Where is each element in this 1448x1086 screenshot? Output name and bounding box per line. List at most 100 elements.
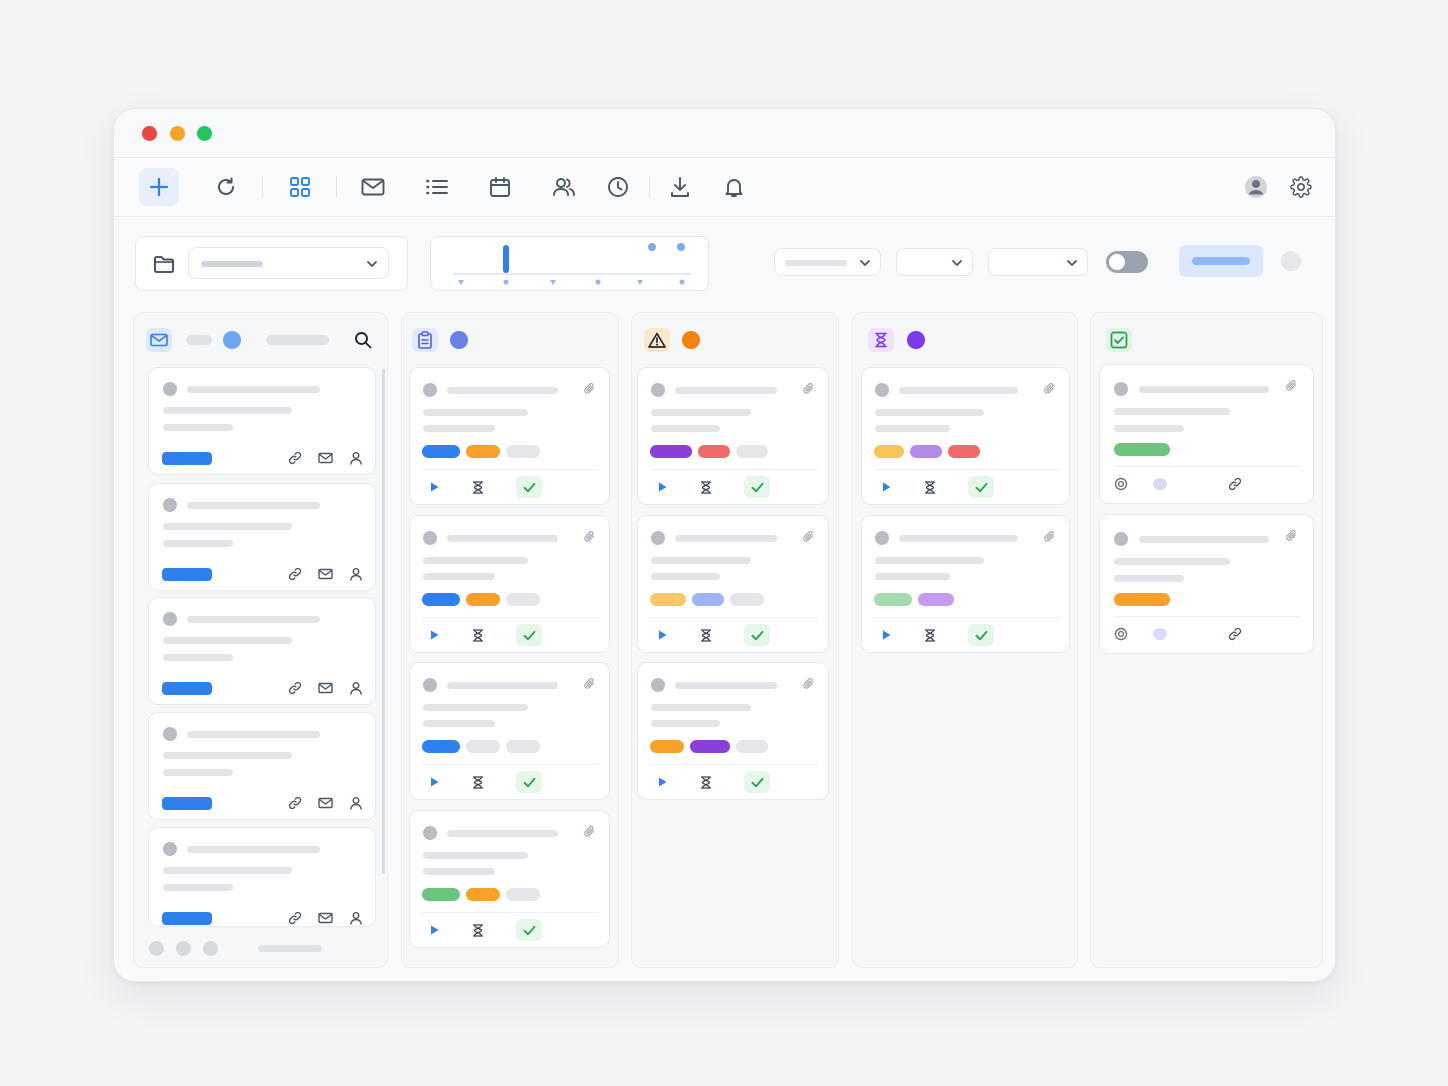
paperclip-icon[interactable] [583,530,597,544]
user-icon[interactable] [347,909,365,927]
download-button[interactable] [660,168,700,206]
filter-dropdown-3[interactable] [988,248,1088,276]
check-icon[interactable] [516,771,542,793]
list-view-button[interactable] [417,168,457,206]
timeline-range-slider[interactable] [430,236,709,291]
check-icon[interactable] [744,771,770,793]
done-card[interactable] [1099,514,1314,654]
link-icon[interactable] [1226,625,1244,643]
user-icon[interactable] [347,679,365,697]
paperclip-icon[interactable] [802,530,816,544]
play-icon[interactable] [649,771,675,793]
mail-icon[interactable] [316,909,334,927]
history-button[interactable] [598,168,638,206]
paperclip-icon[interactable] [1043,530,1057,544]
message-card[interactable] [148,483,376,591]
task-card[interactable] [861,367,1070,505]
paperclip-icon[interactable] [1285,379,1299,393]
settings-button[interactable] [1281,168,1321,206]
check-icon[interactable] [968,624,994,646]
close-window-button[interactable] [142,126,157,141]
paperclip-icon[interactable] [583,677,597,691]
minimize-window-button[interactable] [170,126,185,141]
link-icon[interactable] [286,909,304,927]
hourglass-icon[interactable] [693,624,719,646]
play-icon[interactable] [873,624,899,646]
play-icon[interactable] [421,919,447,941]
check-icon[interactable] [516,919,542,941]
target-icon[interactable] [1112,475,1130,493]
link-icon[interactable] [286,679,304,697]
check-icon[interactable] [516,624,542,646]
page-dot[interactable] [203,941,218,956]
message-card[interactable] [148,597,376,705]
target-icon[interactable] [1112,625,1130,643]
mail-icon[interactable] [316,449,334,467]
hourglass-icon[interactable] [465,624,491,646]
notifications-button[interactable] [714,168,754,206]
page-dot[interactable] [176,941,191,956]
page-dot[interactable] [149,941,164,956]
link-icon[interactable] [1226,475,1244,493]
link-icon[interactable] [286,565,304,583]
done-card[interactable] [1099,364,1314,504]
link-icon[interactable] [286,449,304,467]
profile-button[interactable] [1236,168,1276,206]
mail-button[interactable] [353,168,393,206]
task-card[interactable] [409,810,610,948]
paperclip-icon[interactable] [583,825,597,839]
play-icon[interactable] [873,476,899,498]
task-card[interactable] [637,367,829,505]
refresh-button[interactable] [206,168,246,206]
message-card[interactable] [148,827,376,927]
mail-icon[interactable] [316,565,334,583]
user-icon[interactable] [347,565,365,583]
message-card[interactable] [148,367,376,475]
task-card[interactable] [637,662,829,800]
hourglass-icon[interactable] [465,919,491,941]
play-icon[interactable] [421,476,447,498]
task-card[interactable] [861,515,1070,653]
paperclip-icon[interactable] [583,382,597,396]
scrollbar[interactable] [382,369,385,874]
user-icon[interactable] [347,449,365,467]
task-card[interactable] [637,515,829,653]
task-card[interactable] [409,515,610,653]
maximize-window-button[interactable] [197,126,212,141]
hourglass-icon[interactable] [917,624,943,646]
check-icon[interactable] [744,624,770,646]
filter-dropdown-1[interactable] [774,248,881,276]
play-icon[interactable] [649,476,675,498]
check-icon[interactable] [516,476,542,498]
paperclip-icon[interactable] [1285,529,1299,543]
people-button[interactable] [544,168,584,206]
task-card[interactable] [409,662,610,800]
hourglass-icon[interactable] [917,476,943,498]
play-icon[interactable] [649,624,675,646]
folder-dropdown[interactable] [188,247,389,279]
board-view-button[interactable] [280,168,320,206]
user-icon[interactable] [347,794,365,812]
filter-dropdown-2[interactable] [896,248,973,276]
play-icon[interactable] [421,771,447,793]
play-icon[interactable] [421,624,447,646]
hourglass-icon[interactable] [693,476,719,498]
paperclip-icon[interactable] [802,677,816,691]
paperclip-icon[interactable] [1043,382,1057,396]
mail-icon[interactable] [316,679,334,697]
check-icon[interactable] [968,476,994,498]
mail-icon[interactable] [316,794,334,812]
link-icon[interactable] [286,794,304,812]
filter-toggle[interactable] [1106,251,1148,273]
apply-button[interactable] [1179,245,1263,277]
check-icon[interactable] [744,476,770,498]
hourglass-icon[interactable] [465,771,491,793]
message-card[interactable] [148,712,376,820]
new-item-button[interactable] [139,168,179,206]
more-options-button[interactable] [1281,251,1301,271]
calendar-button[interactable] [480,168,520,206]
hourglass-icon[interactable] [693,771,719,793]
hourglass-icon[interactable] [465,476,491,498]
search-icon[interactable] [354,331,372,349]
task-card[interactable] [409,367,610,505]
